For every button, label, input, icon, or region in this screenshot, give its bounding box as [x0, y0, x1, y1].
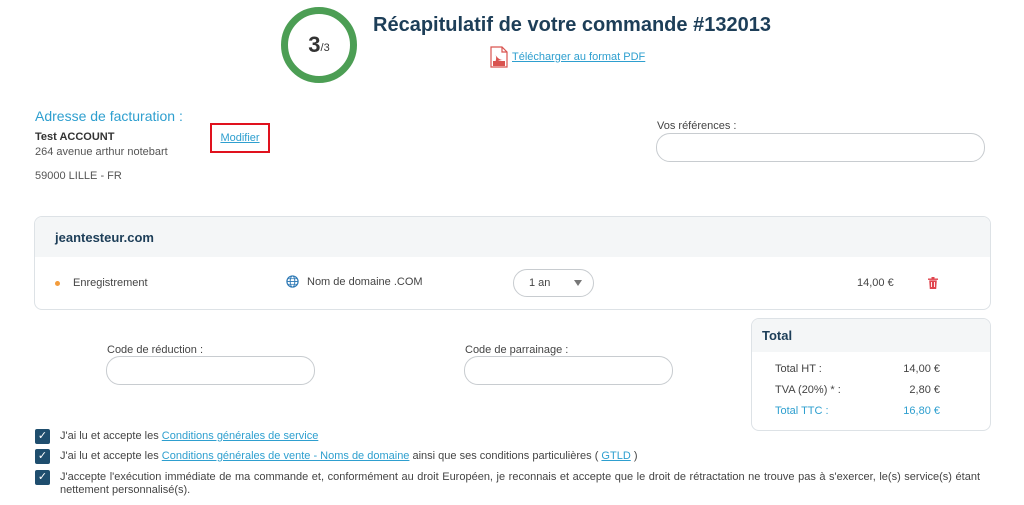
service-terms-link[interactable]: Conditions générales de service	[162, 430, 319, 442]
references-label: Vos références :	[657, 120, 737, 132]
page-title: Récapitulatif de votre commande #132013	[373, 14, 771, 36]
operation-label: Enregistrement	[73, 277, 148, 289]
total-title: Total	[752, 319, 990, 352]
tva-value: 2,80 €	[909, 384, 940, 396]
bullet-icon	[55, 281, 60, 286]
step-progress-circle: 3 /3	[281, 7, 357, 83]
sales-terms-suffix: )	[630, 450, 638, 462]
gtld-link[interactable]: GTLD	[601, 450, 630, 462]
references-input[interactable]	[656, 133, 985, 162]
referral-code-input[interactable]	[464, 356, 673, 385]
sales-terms-checkbox[interactable]: ✓	[35, 449, 50, 464]
total-ttc-line: Total TTC : 16,80 €	[775, 405, 940, 417]
sales-terms-middle: ainsi que ses conditions particulières (	[409, 450, 602, 462]
trash-icon[interactable]	[928, 277, 938, 289]
sales-terms-row: ✓ J'ai lu et accepte les Conditions géné…	[35, 449, 638, 464]
execution-consent-checkbox[interactable]: ✓	[35, 470, 50, 485]
step-total: /3	[320, 42, 330, 54]
duration-value: 1 an	[529, 277, 551, 289]
duration-select[interactable]: 1 an	[513, 269, 594, 297]
sales-terms-prefix: J'ai lu et accepte les	[60, 450, 162, 462]
total-ht-label: Total HT :	[775, 363, 822, 375]
billing-street: 264 avenue arthur notebart	[35, 146, 168, 158]
referral-code-label: Code de parrainage :	[465, 344, 569, 356]
total-ttc-value: 16,80 €	[903, 405, 940, 417]
service-terms-row: ✓ J'ai lu et accepte les Conditions géné…	[35, 429, 318, 444]
billing-address-title: Adresse de facturation :	[35, 108, 183, 124]
billing-city: 59000 LILLE - FR	[35, 170, 122, 182]
pdf-icon	[490, 46, 508, 68]
total-box: Total Total HT : 14,00 € TVA (20%) * : 2…	[751, 318, 991, 431]
execution-consent-row: ✓ J'accepte l'exécution immédiate de ma …	[35, 470, 980, 497]
billing-name: Test ACCOUNT	[35, 131, 115, 143]
download-pdf-label: Télécharger au format PDF	[512, 51, 646, 63]
service-terms-text: J'ai lu et accepte les Conditions généra…	[60, 429, 318, 443]
globe-icon	[286, 275, 299, 288]
chevron-down-icon	[574, 280, 582, 286]
tva-label: TVA (20%) * :	[775, 384, 841, 396]
order-domain-name: jeantesteur.com	[35, 217, 990, 257]
discount-code-input[interactable]	[106, 356, 315, 385]
service-terms-prefix: J'ai lu et accepte les	[60, 430, 162, 442]
modify-highlight-box: Modifier	[210, 123, 270, 153]
modify-address-link[interactable]: Modifier	[220, 132, 259, 144]
sales-terms-link[interactable]: Conditions générales de vente - Noms de …	[162, 450, 410, 462]
tva-line: TVA (20%) * : 2,80 €	[775, 384, 940, 396]
item-price: 14,00 €	[857, 277, 894, 289]
download-pdf-link[interactable]: Télécharger au format PDF	[490, 46, 645, 68]
order-box: jeantesteur.com Enregistrement Nom de do…	[34, 216, 991, 310]
table-row: Enregistrement Nom de domaine .COM 1 an …	[35, 257, 990, 309]
service-terms-checkbox[interactable]: ✓	[35, 429, 50, 444]
sales-terms-text: J'ai lu et accepte les Conditions généra…	[60, 449, 638, 463]
execution-consent-text: J'accepte l'exécution immédiate de ma co…	[60, 471, 980, 496]
total-ht-value: 14,00 €	[903, 363, 940, 375]
total-ttc-label: Total TTC :	[775, 405, 829, 417]
product-name: Nom de domaine .COM	[307, 276, 423, 288]
total-ht-line: Total HT : 14,00 €	[775, 363, 940, 375]
step-current: 3	[308, 32, 321, 57]
discount-code-label: Code de réduction :	[107, 344, 204, 356]
